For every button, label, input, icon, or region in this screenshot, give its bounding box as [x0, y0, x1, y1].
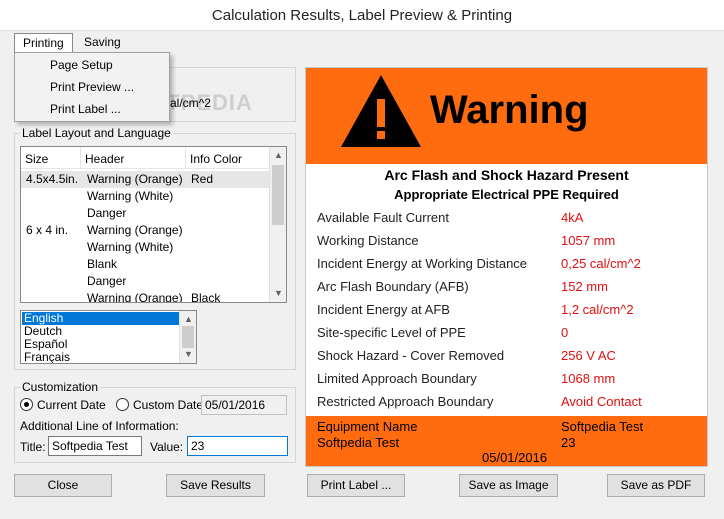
row-value: 152 mm — [561, 279, 608, 294]
equipment-value: Softpedia Test — [561, 419, 644, 434]
equipment-label: Equipment Name — [317, 419, 418, 434]
table-row[interactable]: Danger — [21, 273, 271, 290]
cell-header: Danger — [87, 206, 127, 220]
footer-value: 23 — [561, 435, 576, 450]
cell-header: Warning (Orange) — [87, 172, 183, 186]
print-label-button[interactable]: Print Label ... — [307, 474, 405, 497]
menu-printing[interactable]: Printing — [14, 33, 73, 52]
row-label: Working Distance — [317, 233, 419, 248]
row-value: 0 — [561, 325, 569, 340]
list-item[interactable]: Français — [22, 351, 180, 364]
footer-date: 05/01/2016 — [482, 450, 548, 465]
table-row[interactable]: 6 x 4 in. Warning (Orange) — [21, 222, 271, 239]
custom-date-radio[interactable] — [116, 398, 129, 411]
scroll-down-icon[interactable]: ▼ — [270, 285, 286, 302]
row-label: Shock Hazard - Cover Removed — [317, 348, 505, 363]
value-input[interactable]: 23 — [187, 436, 288, 456]
window-title: Calculation Results, Label Preview & Pri… — [211, 7, 513, 24]
row-value: 256 V AC — [561, 348, 616, 363]
warning-text: Warning — [430, 88, 589, 132]
save-results-button[interactable]: Save Results — [166, 474, 265, 497]
label-subheading: Appropriate Electrical PPE Required — [394, 187, 619, 202]
col-size[interactable]: Size — [21, 147, 81, 169]
close-button[interactable]: Close — [14, 474, 112, 497]
row-label: Restricted Approach Boundary — [317, 394, 494, 409]
row-label: Incident Energy at Working Distance — [317, 256, 528, 271]
table-row[interactable]: Blank — [21, 256, 271, 273]
title-label: Title: — [20, 440, 46, 454]
row-value: 1057 mm — [561, 233, 616, 248]
layout-listview[interactable]: Size Header Info Color 4.5x4.5in. Warnin… — [20, 146, 287, 303]
scroll-thumb[interactable] — [182, 326, 194, 348]
row-value: Avoid Contact — [561, 394, 642, 409]
customization-group-title: Customization — [20, 380, 101, 394]
menu-saving[interactable]: Saving — [76, 33, 129, 52]
additional-line-label: Additional Line of Information: — [20, 419, 179, 433]
table-row[interactable]: Danger — [21, 205, 271, 222]
cell-color: Black — [191, 291, 221, 303]
cell-size: 4.5x4.5in. — [26, 172, 79, 186]
cell-header: Warning (White) — [87, 240, 174, 254]
row-label: Limited Approach Boundary — [317, 371, 477, 386]
scroll-down-icon[interactable]: ▼ — [180, 346, 196, 363]
table-row[interactable]: Warning (Orange) Black — [21, 290, 271, 303]
custom-date-field[interactable]: 05/01/2016 — [201, 395, 287, 415]
warning-triangle-icon — [341, 75, 421, 147]
row-value: 0,25 cal/cm^2 — [561, 256, 641, 271]
row-value: 1,2 cal/cm^2 — [561, 302, 634, 317]
row-label: Arc Flash Boundary (AFB) — [317, 279, 469, 294]
current-date-label: Current Date — [37, 398, 106, 412]
title-bar: Calculation Results, Label Preview & Pri… — [0, 0, 724, 31]
label-preview: Warning Arc Flash and Shock Hazard Prese… — [305, 67, 708, 467]
table-row[interactable]: Warning (White) — [21, 188, 271, 205]
menu-print-label[interactable]: Print Label ... — [50, 102, 121, 122]
footer-title: Softpedia Test — [317, 435, 400, 450]
listview-header: Size Header Info Color — [21, 147, 271, 169]
scroll-up-icon[interactable]: ▲ — [270, 147, 286, 164]
warning-header-band: Warning — [306, 68, 707, 164]
cell-size: 6 x 4 in. — [26, 223, 69, 237]
cell-header: Warning (Orange) — [87, 291, 183, 303]
save-image-button[interactable]: Save as Image — [459, 474, 558, 497]
save-pdf-button[interactable]: Save as PDF — [607, 474, 705, 497]
custom-date-label: Custom Date — [133, 398, 204, 412]
cell-header: Warning (Orange) — [87, 223, 183, 237]
value-label: Value: — [150, 440, 184, 454]
row-label: Incident Energy at AFB — [317, 302, 450, 317]
col-header[interactable]: Header — [81, 147, 186, 169]
cell-header: Blank — [87, 257, 118, 271]
menu-bar: Printing Saving — [0, 31, 724, 53]
obscured-unit-text: al/cm^2 — [170, 96, 211, 110]
row-label: Site-specific Level of PPE — [317, 325, 466, 340]
title-input[interactable]: Softpedia Test — [48, 436, 142, 456]
row-value: 4kA — [561, 210, 584, 225]
cell-color: Red — [191, 172, 214, 186]
menu-page-setup[interactable]: Page Setup — [50, 58, 113, 78]
printing-dropdown: Page Setup Print Preview ... Print Label… — [14, 52, 170, 122]
language-listbox[interactable]: English Deutch Español Français ▲ ▼ — [20, 310, 197, 364]
listview-scrollbar[interactable]: ▲ ▼ — [269, 147, 286, 302]
row-value: 1068 mm — [561, 371, 616, 386]
table-row[interactable]: 4.5x4.5in. Warning (Orange) Red — [21, 171, 271, 188]
current-date-radio[interactable] — [20, 398, 33, 411]
table-row[interactable]: Warning (White) — [21, 239, 271, 256]
layout-group-title: Label Layout and Language — [20, 126, 173, 140]
language-scrollbar[interactable]: ▲ ▼ — [179, 311, 196, 363]
label-heading: Arc Flash and Shock Hazard Present — [384, 167, 629, 183]
col-info-color[interactable]: Info Color — [186, 147, 271, 169]
scroll-thumb[interactable] — [272, 165, 284, 225]
footer-band: Equipment Name Softpedia Test Softpedia … — [306, 416, 707, 466]
cell-header: Danger — [87, 274, 127, 288]
cell-header: Warning (White) — [87, 189, 174, 203]
row-label: Available Fault Current — [317, 210, 449, 225]
menu-print-preview[interactable]: Print Preview ... — [50, 80, 134, 100]
